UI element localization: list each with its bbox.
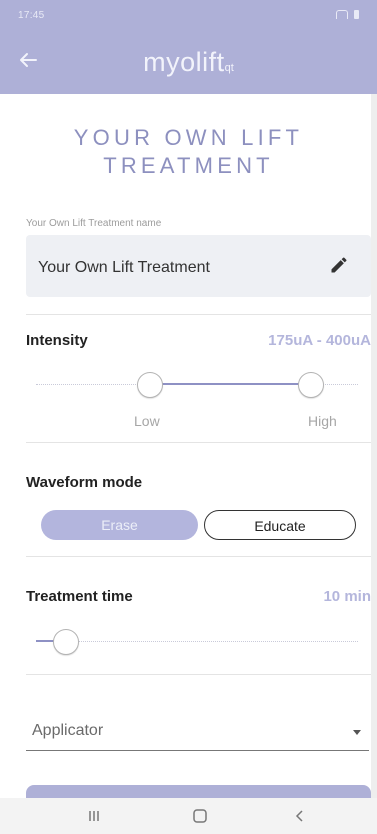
system-nav-bar	[0, 798, 377, 834]
divider	[26, 442, 371, 443]
time-track	[36, 641, 358, 642]
treatment-name-value: Your Own Lift Treatment	[38, 259, 210, 276]
applicator-select[interactable]: Applicator	[26, 716, 369, 751]
app-header: 17:45 myoliftqt	[0, 0, 377, 94]
status-bar: 17:45	[18, 10, 359, 26]
waveform-erase-button[interactable]: Erase	[41, 510, 198, 540]
page-title: YOUR OWN LIFT TREATMENT	[0, 124, 377, 180]
divider	[26, 674, 371, 675]
intensity-low-thumb[interactable]	[136, 372, 163, 398]
intensity-range: 175uA - 400uA	[268, 332, 371, 349]
intensity-high-thumb[interactable]	[297, 372, 324, 398]
status-time: 17:45	[18, 10, 45, 21]
scrollbar[interactable]	[371, 94, 377, 834]
time-thumb[interactable]	[52, 629, 79, 655]
treatment-time-value: 10 min	[323, 588, 371, 605]
dropdown-arrow-icon	[353, 730, 361, 735]
treatment-time-label: Treatment time	[26, 588, 133, 605]
waveform-label: Waveform mode	[26, 474, 143, 491]
wifi-icon	[336, 10, 348, 19]
divider	[26, 556, 371, 557]
intensity-active-track	[148, 383, 310, 385]
intensity-high-label: High	[308, 413, 337, 429]
treatment-name-field[interactable]: Your Own Lift Treatment	[26, 235, 371, 297]
brand-name: myolift	[143, 47, 225, 77]
divider	[26, 314, 371, 315]
recent-apps-icon[interactable]	[84, 806, 104, 826]
pencil-icon[interactable]	[329, 255, 349, 275]
applicator-placeholder: Applicator	[32, 722, 104, 739]
intensity-low-label: Low	[134, 413, 160, 429]
intensity-label: Intensity	[26, 332, 88, 349]
status-icons	[336, 10, 359, 19]
home-icon[interactable]	[190, 806, 210, 826]
back-nav-icon[interactable]	[290, 806, 310, 826]
app-logo: myoliftqt	[0, 47, 377, 78]
page-title-line2: TREATMENT	[103, 153, 274, 178]
brand-suffix: qt	[224, 62, 234, 74]
treatment-name-label: Your Own Lift Treatment name	[26, 218, 162, 229]
page-title-line1: YOUR OWN LIFT	[73, 125, 304, 150]
waveform-educate-button[interactable]: Educate	[204, 510, 356, 540]
battery-icon	[354, 10, 359, 19]
